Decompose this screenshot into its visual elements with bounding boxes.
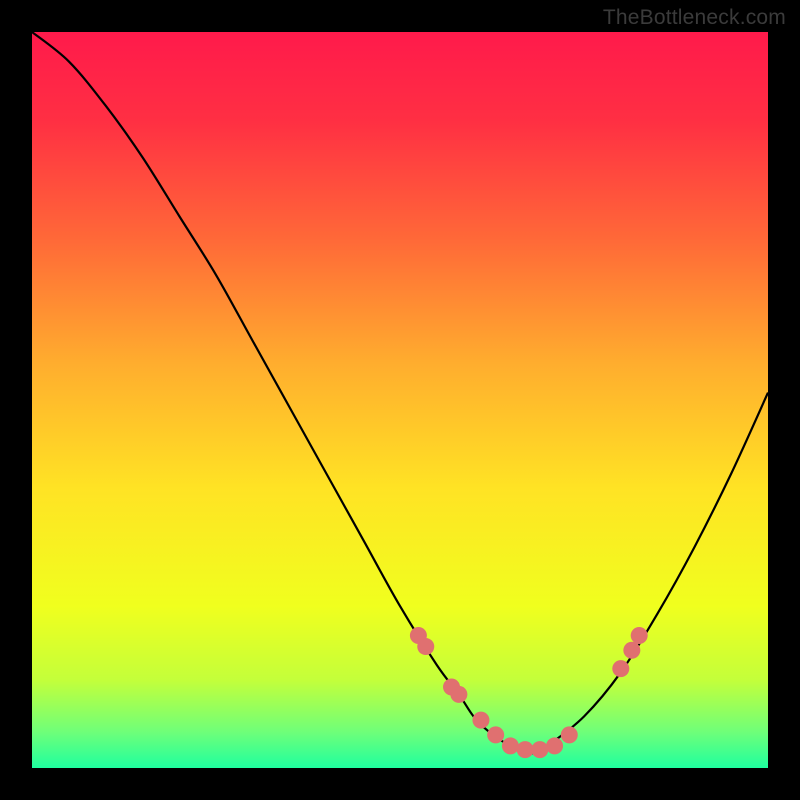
marker-dot: [517, 741, 534, 758]
marker-dot: [487, 726, 504, 743]
plot-area: [32, 32, 768, 768]
watermark-text: TheBottleneck.com: [603, 6, 786, 30]
chart-container: TheBottleneck.com: [0, 0, 800, 800]
marker-dot: [417, 638, 434, 655]
chart-svg: [32, 32, 768, 768]
marker-dot: [472, 712, 489, 729]
marker-dot: [623, 642, 640, 659]
marker-dot: [631, 627, 648, 644]
marker-dot: [546, 737, 563, 754]
gradient-background: [32, 32, 768, 768]
marker-dot: [502, 737, 519, 754]
marker-dot: [531, 741, 548, 758]
marker-dot: [612, 660, 629, 677]
marker-dot: [450, 686, 467, 703]
marker-dot: [561, 726, 578, 743]
